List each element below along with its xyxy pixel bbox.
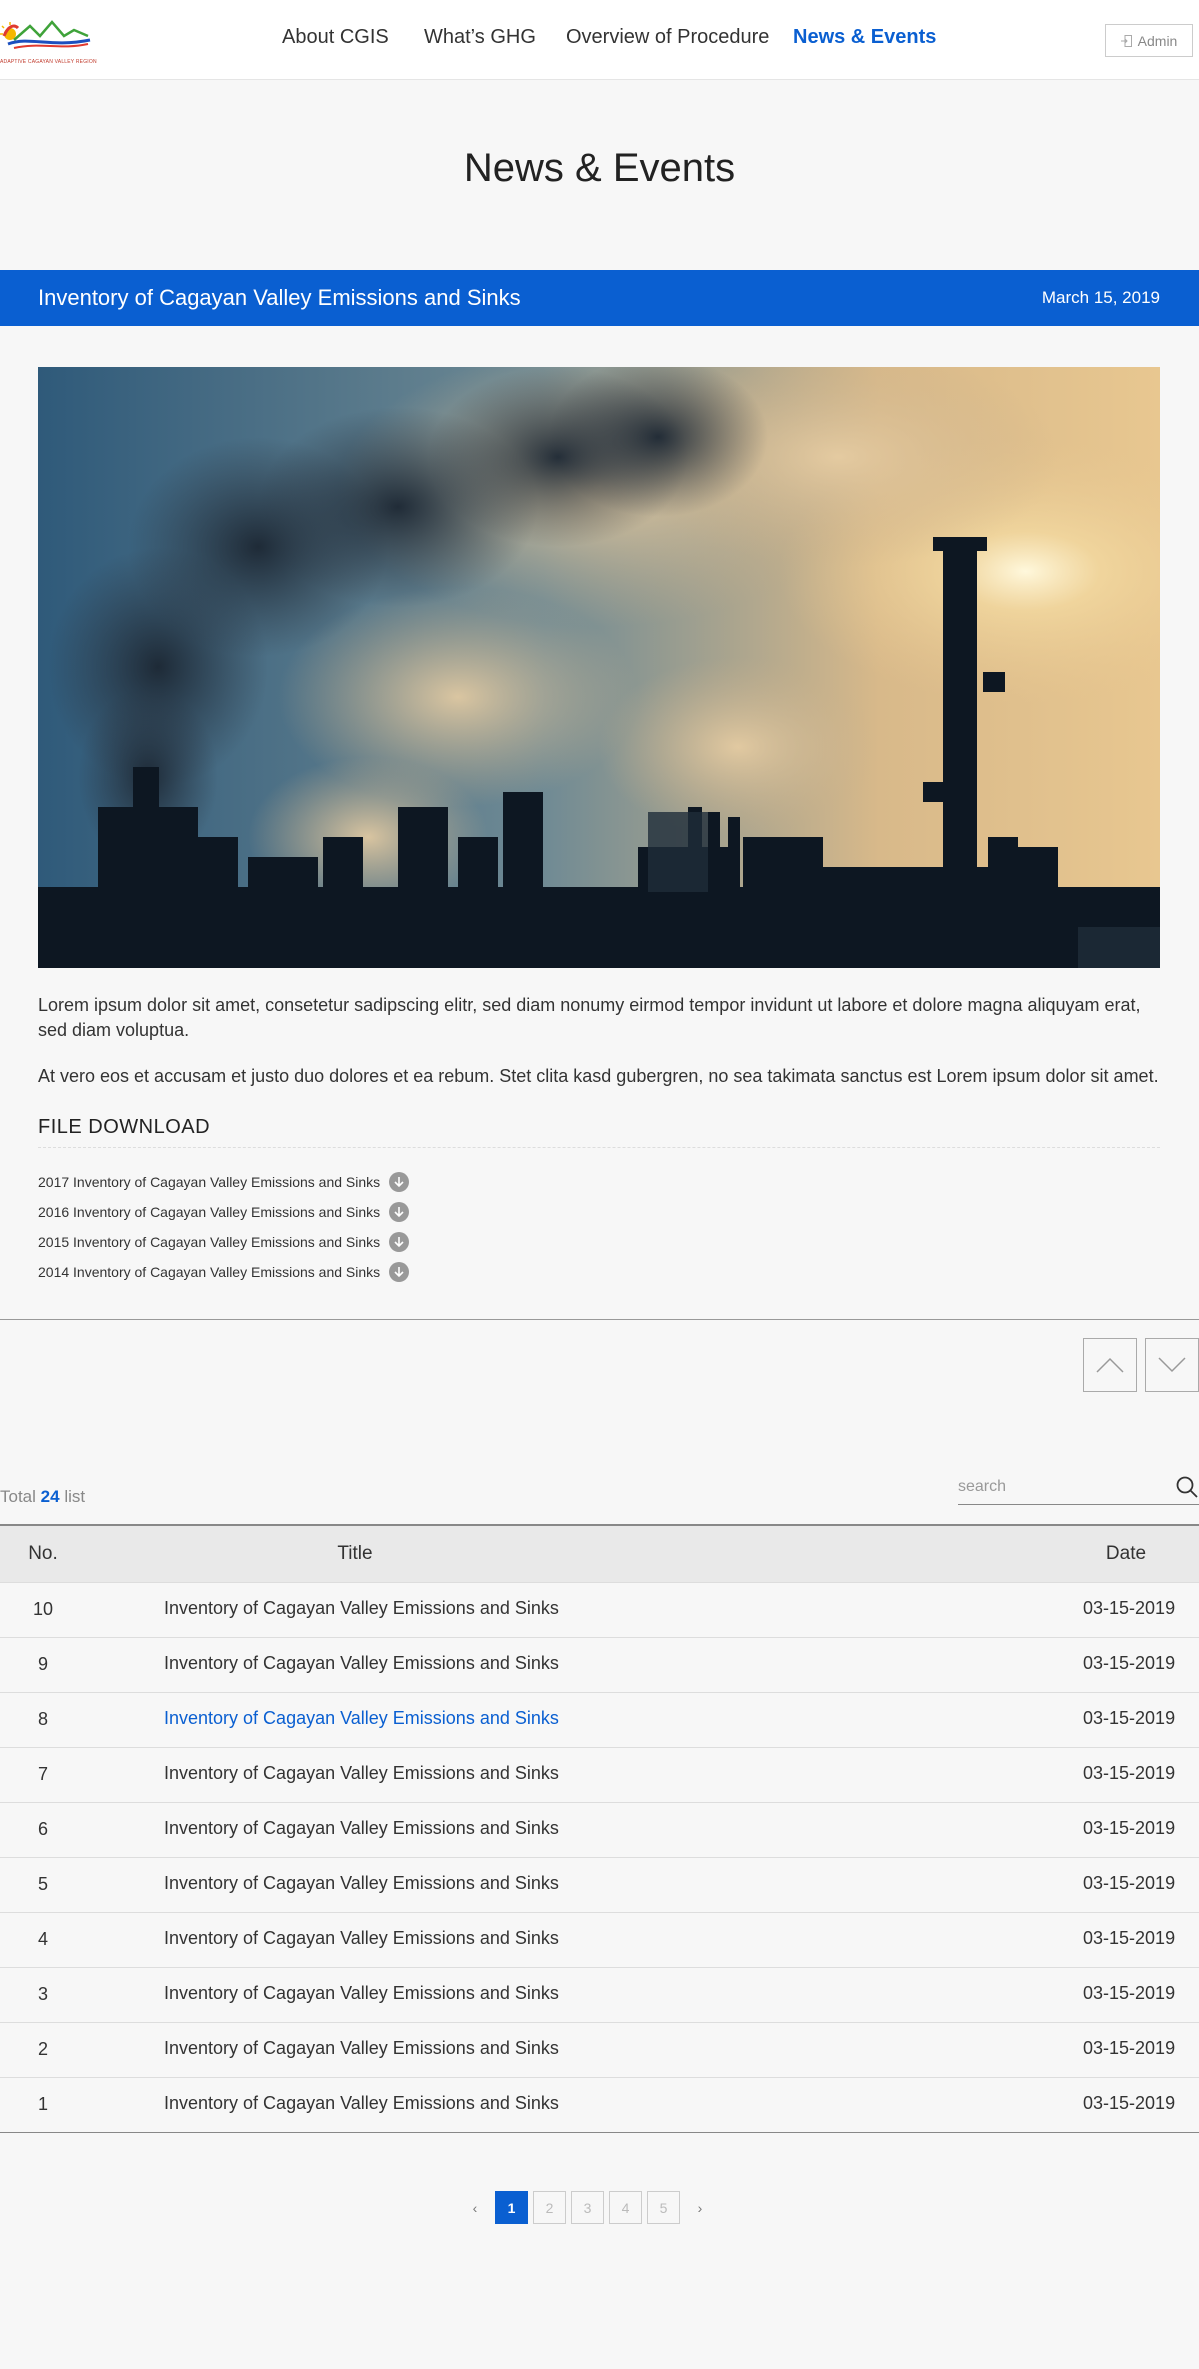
row-no: 6 xyxy=(37,1819,48,1839)
previous-post-button[interactable] xyxy=(1083,1338,1137,1392)
row-no: 2 xyxy=(37,2039,48,2059)
file-name: 2017 Inventory of Cagayan Valley Emissio… xyxy=(38,1174,381,1190)
row-date: 03-15-2019 xyxy=(1083,1928,1176,1948)
table-row[interactable]: 5 Inventory of Cagayan Valley Emissions a… xyxy=(0,1857,1199,1912)
total-count: Total 24 list xyxy=(0,1487,85,1507)
table-row[interactable]: 10 Inventory of Cagayan Valley Emissions … xyxy=(0,1582,1199,1637)
row-title[interactable]: Inventory of Cagayan Valley Emissions an… xyxy=(164,1928,559,1949)
row-date: 03-15-2019 xyxy=(1083,1818,1176,1838)
download-icon[interactable] xyxy=(389,1262,410,1282)
page-button-5[interactable]: 5 xyxy=(647,2191,680,2224)
row-date: 03-15-2019 xyxy=(1083,1763,1176,1783)
logo-text: ADAPTIVE CAGAYAN VALLEY REGION xyxy=(0,59,97,65)
nav-about-cgis[interactable]: About CGIS xyxy=(282,26,389,49)
row-no: 1 xyxy=(37,2094,48,2114)
row-title[interactable]: Inventory of Cagayan Valley Emissions an… xyxy=(164,2038,559,2059)
page-button-4[interactable]: 4 xyxy=(609,2191,642,2224)
search-icon[interactable] xyxy=(1175,1475,1199,1499)
admin-button[interactable]: Admin xyxy=(1105,24,1193,57)
row-no: 5 xyxy=(37,1874,48,1894)
table-row[interactable]: 9 Inventory of Cagayan Valley Emissions a… xyxy=(0,1637,1199,1692)
site-header: ADAPTIVE CAGAYAN VALLEY REGION About CGI… xyxy=(0,0,1199,80)
article-image xyxy=(38,367,1160,968)
news-table: No. Title Date 10 Inventory of Cagayan Va… xyxy=(0,1524,1199,2133)
article-title: Inventory of Cagayan Valley Emissions an… xyxy=(38,285,521,310)
table-row[interactable]: 6 Inventory of Cagayan Valley Emissions a… xyxy=(0,1802,1199,1857)
file-item[interactable]: 2015 Inventory of Cagayan Valley Emissio… xyxy=(38,1227,410,1257)
row-no: 9 xyxy=(37,1654,48,1674)
nav-news-events[interactable]: News & Events xyxy=(793,26,936,49)
next-page-button[interactable]: › xyxy=(685,2191,715,2224)
row-no: 3 xyxy=(37,1984,48,2004)
row-date: 03-15-2019 xyxy=(1083,1983,1176,2003)
file-item[interactable]: 2017 Inventory of Cagayan Valley Emissio… xyxy=(38,1167,410,1197)
search-box xyxy=(958,1470,1199,1505)
page-button-3[interactable]: 3 xyxy=(571,2191,604,2224)
total-prefix: Total xyxy=(0,1487,36,1506)
file-download-title: FILE DOWNLOAD xyxy=(38,1116,211,1138)
prev-page-button[interactable]: ‹ xyxy=(460,2191,490,2224)
table-row[interactable]: 7 Inventory of Cagayan Valley Emissions a… xyxy=(0,1747,1199,1802)
page-button-2[interactable]: 2 xyxy=(533,2191,566,2224)
file-name: 2016 Inventory of Cagayan Valley Emissio… xyxy=(38,1204,381,1220)
section-divider xyxy=(0,1319,1199,1320)
article-paragraph-2: At vero eos et accusam et justo duo dolo… xyxy=(38,1066,1159,1086)
row-no: 4 xyxy=(37,1929,48,1949)
download-icon[interactable] xyxy=(389,1172,410,1192)
download-icon[interactable] xyxy=(389,1202,410,1222)
row-title[interactable]: Inventory of Cagayan Valley Emissions an… xyxy=(164,1653,559,1674)
row-date: 03-15-2019 xyxy=(1083,1598,1176,1618)
row-date: 03-15-2019 xyxy=(1083,2038,1176,2058)
chevron-up-icon xyxy=(1096,1357,1124,1373)
row-title[interactable]: Inventory of Cagayan Valley Emissions an… xyxy=(164,2093,559,2114)
table-row[interactable]: 1 Inventory of Cagayan Valley Emissions a… xyxy=(0,2077,1199,2132)
search-input[interactable] xyxy=(958,1474,1158,1500)
download-icon[interactable] xyxy=(389,1232,410,1252)
row-date: 03-15-2019 xyxy=(1083,1708,1176,1728)
nav-overview-of-procedure[interactable]: Overview of Procedure xyxy=(566,26,769,49)
row-date: 03-15-2019 xyxy=(1083,1873,1176,1893)
row-title[interactable]: Inventory of Cagayan Valley Emissions an… xyxy=(164,1983,559,2004)
column-header-no: No. xyxy=(28,1543,58,1564)
admin-label: Admin xyxy=(1137,32,1178,49)
file-item[interactable]: 2016 Inventory of Cagayan Valley Emissio… xyxy=(38,1197,410,1227)
page-button-1[interactable]: 1 xyxy=(495,2191,528,2224)
row-no: 7 xyxy=(37,1764,48,1784)
row-title[interactable]: Inventory of Cagayan Valley Emissions an… xyxy=(164,1708,559,1729)
total-suffix: list xyxy=(64,1487,86,1506)
total-number: 24 xyxy=(40,1487,60,1506)
table-row[interactable]: 2 Inventory of Cagayan Valley Emissions a… xyxy=(0,2022,1199,2077)
article-paragraph-1: Lorem ipsum dolor sit amet, consetetur s… xyxy=(38,995,1141,1040)
table-row[interactable]: 8 Inventory of Cagayan Valley Emissions a… xyxy=(0,1692,1199,1747)
login-icon xyxy=(1120,34,1132,47)
column-header-title: Title xyxy=(337,1543,373,1564)
row-date: 03-15-2019 xyxy=(1083,1653,1176,1673)
table-row[interactable]: 3 Inventory of Cagayan Valley Emissions a… xyxy=(0,1967,1199,2022)
article-header: Inventory of Cagayan Valley Emissions an… xyxy=(0,270,1199,326)
file-name: 2014 Inventory of Cagayan Valley Emissio… xyxy=(38,1264,381,1280)
file-item[interactable]: 2014 Inventory of Cagayan Valley Emissio… xyxy=(38,1257,410,1287)
row-title[interactable]: Inventory of Cagayan Valley Emissions an… xyxy=(164,1598,559,1619)
column-header-date: Date xyxy=(1105,1543,1147,1564)
page-title: News & Events xyxy=(463,146,736,190)
chevron-down-icon xyxy=(1158,1357,1186,1373)
article-date: March 15, 2019 xyxy=(1041,288,1160,307)
row-title[interactable]: Inventory of Cagayan Valley Emissions an… xyxy=(164,1818,559,1839)
file-list: 2017 Inventory of Cagayan Valley Emissio… xyxy=(38,1167,410,1287)
row-no: 10 xyxy=(32,1599,54,1619)
file-name: 2015 Inventory of Cagayan Valley Emissio… xyxy=(38,1234,381,1250)
divider xyxy=(38,1147,1160,1148)
table-row[interactable]: 4 Inventory of Cagayan Valley Emissions a… xyxy=(0,1912,1199,1967)
nav-whats-ghg[interactable]: What’s GHG xyxy=(424,26,536,49)
row-title[interactable]: Inventory of Cagayan Valley Emissions an… xyxy=(164,1873,559,1894)
pagination: ‹ 1 2 3 4 5 › xyxy=(460,2191,715,2224)
table-header: No. Title Date xyxy=(0,1526,1199,1582)
row-title[interactable]: Inventory of Cagayan Valley Emissions an… xyxy=(164,1763,559,1784)
row-date: 03-15-2019 xyxy=(1083,2093,1176,2113)
next-post-button[interactable] xyxy=(1145,1338,1199,1392)
main-nav: About CGIS What’s GHG Overview of Proced… xyxy=(0,26,1199,56)
row-no: 8 xyxy=(37,1709,48,1729)
